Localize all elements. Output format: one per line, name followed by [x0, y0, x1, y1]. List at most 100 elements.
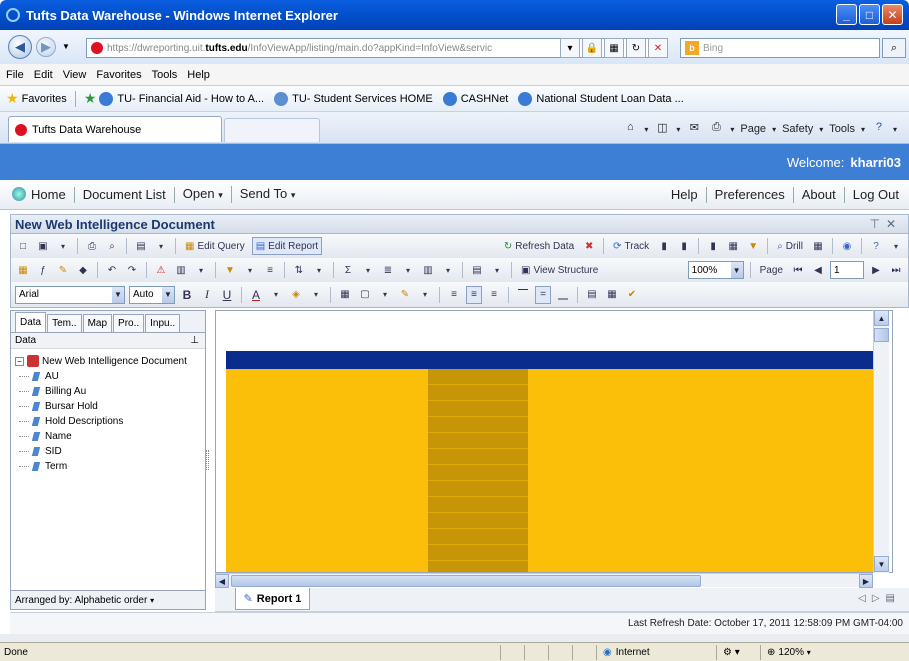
- add-favorite-icon[interactable]: ★: [84, 90, 97, 107]
- zoom-select[interactable]: 100% ▼: [687, 261, 744, 279]
- new-tab-button[interactable]: [224, 118, 320, 142]
- search-icon[interactable]: ⌕: [882, 38, 906, 58]
- track-changes-icon[interactable]: ▮: [676, 237, 692, 255]
- back-button[interactable]: ◀: [8, 35, 32, 59]
- align-middle-icon[interactable]: =: [535, 285, 551, 304]
- browser-tab[interactable]: Tufts Data Warehouse: [8, 116, 222, 142]
- align-top-icon[interactable]: ⎺: [515, 286, 531, 304]
- chevron-down-icon[interactable]: ▾: [417, 286, 433, 304]
- page-menu[interactable]: Page: [740, 123, 766, 135]
- dropdown-icon[interactable]: ▾: [560, 38, 580, 58]
- zone-indicator[interactable]: ◉ Internet: [596, 644, 716, 660]
- menu-tools[interactable]: Tools: [152, 69, 178, 81]
- font-color-icon[interactable]: A: [248, 286, 264, 304]
- chevron-down-icon[interactable]: ▾: [893, 125, 897, 134]
- protected-mode-icon[interactable]: ⚙ ▾: [716, 644, 760, 660]
- pin-icon[interactable]: ⊥: [190, 335, 199, 346]
- filter-icon[interactable]: ▼: [222, 261, 238, 279]
- next-page-icon[interactable]: ▶: [868, 261, 884, 279]
- chevron-down-icon[interactable]: ▾: [644, 125, 648, 134]
- chevron-down-icon[interactable]: ▾: [377, 286, 393, 304]
- track-options-icon[interactable]: ▮: [656, 237, 672, 255]
- variable-icon[interactable]: ✎: [55, 261, 71, 279]
- document-list-link[interactable]: Document List: [75, 186, 175, 203]
- close-button[interactable]: ✕: [882, 4, 903, 25]
- vertical-scrollbar[interactable]: ▲ ▼: [873, 310, 889, 573]
- report-canvas[interactable]: [215, 310, 893, 573]
- break-icon[interactable]: ≡: [262, 261, 278, 279]
- fill-color-icon[interactable]: ◈: [288, 286, 304, 304]
- save-icon[interactable]: ▣: [35, 237, 51, 255]
- align-left-icon[interactable]: ≡: [446, 286, 462, 304]
- minimize-button[interactable]: _: [836, 4, 857, 25]
- structure-icon[interactable]: ▦: [725, 237, 741, 255]
- chevron-down-icon[interactable]: ▾: [242, 261, 258, 279]
- mail-icon[interactable]: ✉: [686, 121, 702, 137]
- insert-icon[interactable]: ▥: [420, 261, 436, 279]
- maximize-button[interactable]: □: [859, 4, 880, 25]
- splitter-handle[interactable]: [206, 450, 209, 470]
- tab-navigation[interactable]: ◁▷▤: [858, 593, 901, 604]
- templates-icon[interactable]: ▦: [15, 261, 31, 279]
- home-link[interactable]: Home: [4, 186, 75, 203]
- send-to-menu[interactable]: Send To ▾: [232, 186, 304, 203]
- undo-icon[interactable]: ↶: [104, 261, 120, 279]
- logout-link[interactable]: Log Out: [845, 187, 907, 203]
- redo-icon[interactable]: ↷: [124, 261, 140, 279]
- new-icon[interactable]: □: [15, 237, 31, 255]
- outline-icon[interactable]: ▮: [705, 237, 721, 255]
- chevron-down-icon[interactable]: ▾: [888, 237, 904, 255]
- underline-icon[interactable]: U: [219, 286, 235, 304]
- italic-icon[interactable]: I: [199, 286, 215, 304]
- help-icon[interactable]: ?: [868, 237, 884, 255]
- chevron-down-icon[interactable]: ▾: [360, 261, 376, 279]
- favorite-link[interactable]: CASHNet: [442, 91, 508, 106]
- chevron-down-icon[interactable]: ▾: [193, 261, 209, 279]
- preferences-link[interactable]: Preferences: [707, 186, 794, 203]
- tab-report-1[interactable]: ✎ Report 1: [235, 588, 310, 610]
- chevron-down-icon[interactable]: ▾: [489, 261, 505, 279]
- font-select[interactable]: Arial ▼: [15, 285, 125, 304]
- wrap-text-icon[interactable]: ▤: [584, 286, 600, 304]
- first-page-icon[interactable]: ⏮: [790, 261, 806, 279]
- chevron-down-icon[interactable]: ▾: [308, 286, 324, 304]
- chevron-down-icon[interactable]: ▾: [153, 237, 169, 255]
- align-right-icon[interactable]: ≡: [486, 286, 502, 304]
- refresh-icon[interactable]: ↻: [626, 38, 646, 58]
- edit-query-button[interactable]: ▦ Edit Query: [182, 237, 248, 255]
- tree-item[interactable]: Name: [15, 429, 205, 444]
- forward-button[interactable]: ▶: [36, 37, 56, 57]
- view-icon[interactable]: ▤: [133, 237, 149, 255]
- align-center-icon[interactable]: ≡: [466, 285, 482, 304]
- scroll-up-icon[interactable]: ▲: [874, 310, 889, 326]
- zoom-level[interactable]: ⊕ 120% ▾: [760, 644, 830, 660]
- chevron-down-icon[interactable]: ▾: [311, 261, 327, 279]
- favorites-button[interactable]: Favorites: [22, 93, 67, 105]
- tab-properties[interactable]: Pro..: [113, 314, 145, 332]
- stop-icon[interactable]: ✕: [648, 38, 668, 58]
- align-icon[interactable]: ≣: [380, 261, 396, 279]
- report-table-column[interactable]: [428, 369, 528, 572]
- menu-favorites[interactable]: Favorites: [96, 69, 141, 81]
- formula-icon[interactable]: ◉: [839, 237, 855, 255]
- compat-view-icon[interactable]: ▦: [604, 38, 624, 58]
- section-icon[interactable]: ▤: [469, 261, 485, 279]
- align-bottom-icon[interactable]: ⎽: [555, 286, 571, 304]
- search-input[interactable]: b Bing: [680, 38, 880, 58]
- background-icon[interactable]: ▦: [337, 286, 353, 304]
- snapshot-icon[interactable]: ▦: [810, 237, 826, 255]
- bold-icon[interactable]: B: [179, 286, 195, 304]
- find-icon[interactable]: ⌕: [104, 237, 120, 255]
- favorite-link[interactable]: TU- Financial Aid - How to A...: [99, 91, 264, 106]
- chevron-down-icon[interactable]: ▾: [730, 125, 734, 134]
- page-number-input[interactable]: 1: [830, 261, 864, 279]
- refresh-data-button[interactable]: ↻ Refresh Data: [501, 237, 577, 255]
- window-controls[interactable]: ⊤✕: [869, 217, 908, 231]
- tab-templates[interactable]: Tem..: [47, 314, 82, 332]
- track-button[interactable]: ⟳ Track: [610, 237, 652, 255]
- tools-menu[interactable]: Tools: [829, 123, 855, 135]
- chevron-down-icon[interactable]: ▾: [55, 237, 71, 255]
- formula-editor-icon[interactable]: ƒ: [35, 261, 51, 279]
- feeds-icon[interactable]: ◫: [654, 121, 670, 137]
- tree-item[interactable]: Term: [15, 459, 205, 474]
